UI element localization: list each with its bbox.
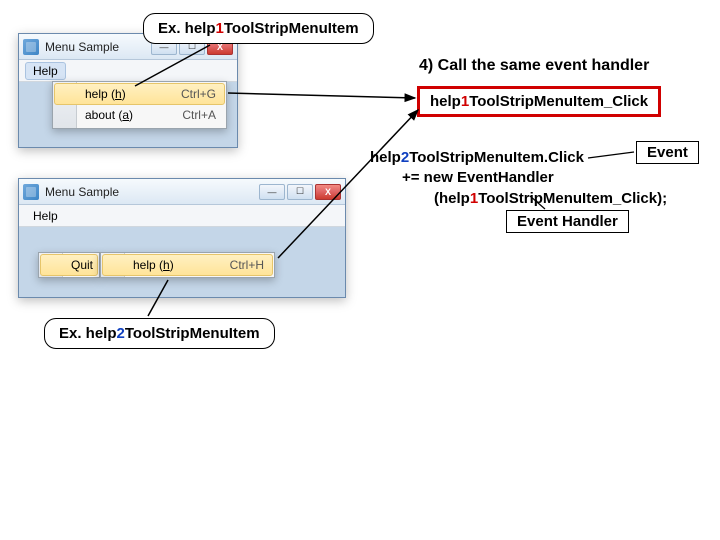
menuitem-help-h[interactable]: help (h) Ctrl+G bbox=[54, 83, 225, 105]
window-2: Menu Sample — ☐ X Help bbox=[18, 178, 346, 298]
dropdown-2-sub: help (h) Ctrl+H bbox=[100, 252, 275, 278]
app-icon bbox=[23, 184, 39, 200]
maximize-button[interactable]: ☐ bbox=[287, 184, 313, 200]
close-button[interactable]: X bbox=[315, 184, 341, 200]
menu-help-2[interactable]: Help bbox=[25, 207, 66, 225]
titlebar-2: Menu Sample — ☐ X bbox=[19, 179, 345, 205]
dropdown-1: help (h) Ctrl+G about (a) Ctrl+A bbox=[52, 81, 227, 129]
dropdown-2: Quit bbox=[38, 252, 100, 278]
menubar-2: Help bbox=[19, 205, 345, 227]
menu-help-1[interactable]: Help bbox=[25, 62, 66, 80]
accel: Ctrl+A bbox=[182, 108, 216, 122]
menuitem-help-h-2[interactable]: help (h) Ctrl+H bbox=[102, 254, 273, 276]
window-title-2: Menu Sample bbox=[45, 185, 259, 199]
tag-event: Event bbox=[636, 141, 699, 164]
code-block: help2ToolStripMenuItem.Click += new Even… bbox=[370, 148, 667, 209]
menuitem-quit[interactable]: Quit bbox=[40, 254, 98, 276]
minimize-button[interactable]: — bbox=[259, 184, 285, 200]
menubar-1: Help bbox=[19, 60, 237, 82]
handler-name-box: help1ToolStripMenuItem_Click bbox=[417, 86, 661, 117]
callout-help1: Ex. help1ToolStripMenuItem bbox=[143, 13, 374, 44]
accel: Ctrl+G bbox=[181, 87, 216, 101]
menuitem-about-a[interactable]: about (a) Ctrl+A bbox=[55, 104, 224, 126]
callout-help2: Ex. help2ToolStripMenuItem bbox=[44, 318, 275, 349]
tag-event-handler: Event Handler bbox=[506, 210, 629, 233]
step-label: 4) Call the same event handler bbox=[419, 57, 649, 75]
accel: Ctrl+H bbox=[230, 258, 264, 272]
app-icon bbox=[23, 39, 39, 55]
window-title-1: Menu Sample bbox=[45, 40, 151, 54]
